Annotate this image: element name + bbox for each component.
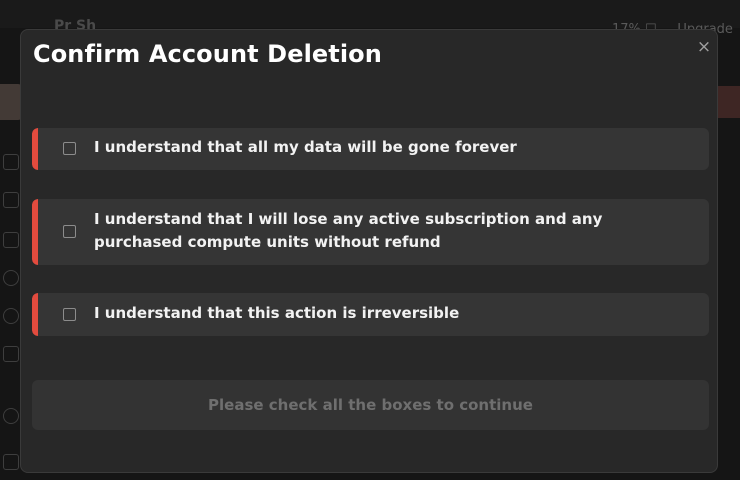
confirm-irreversible-checkbox-row[interactable]: I understand that this action is irrever… — [32, 293, 709, 336]
user-icon — [3, 408, 19, 424]
dialog-title: Confirm Account Deletion — [33, 40, 382, 68]
row-accent-bar — [32, 199, 38, 265]
close-icon[interactable]: × — [693, 36, 715, 58]
confirm-subscription-loss-checkbox-row[interactable]: I understand that I will lose any active… — [32, 199, 709, 265]
checkbox-label: I understand that I will lose any active… — [94, 210, 603, 251]
microphone-icon — [3, 270, 19, 286]
continue-button[interactable]: Please check all the boxes to continue — [32, 380, 709, 430]
background-alert-strip — [718, 86, 740, 118]
background-avatar — [0, 84, 22, 120]
library-icon — [3, 192, 19, 208]
copy-icon — [3, 346, 19, 362]
checkbox-label: I understand that all my data will be go… — [94, 138, 517, 156]
row-accent-bar — [32, 128, 38, 170]
share-icon — [3, 454, 19, 470]
delete-account-dialog: Confirm Account Deletion × I understand … — [20, 29, 718, 473]
link-icon — [3, 232, 19, 248]
checkbox-label: I understand that this action is irrever… — [94, 304, 460, 322]
row-accent-bar — [32, 293, 38, 336]
checkbox[interactable] — [63, 225, 76, 238]
checkbox[interactable] — [63, 142, 76, 155]
home-icon — [3, 154, 19, 170]
checkbox[interactable] — [63, 308, 76, 321]
smile-icon — [3, 308, 19, 324]
confirm-data-loss-checkbox-row[interactable]: I understand that all my data will be go… — [32, 128, 709, 170]
